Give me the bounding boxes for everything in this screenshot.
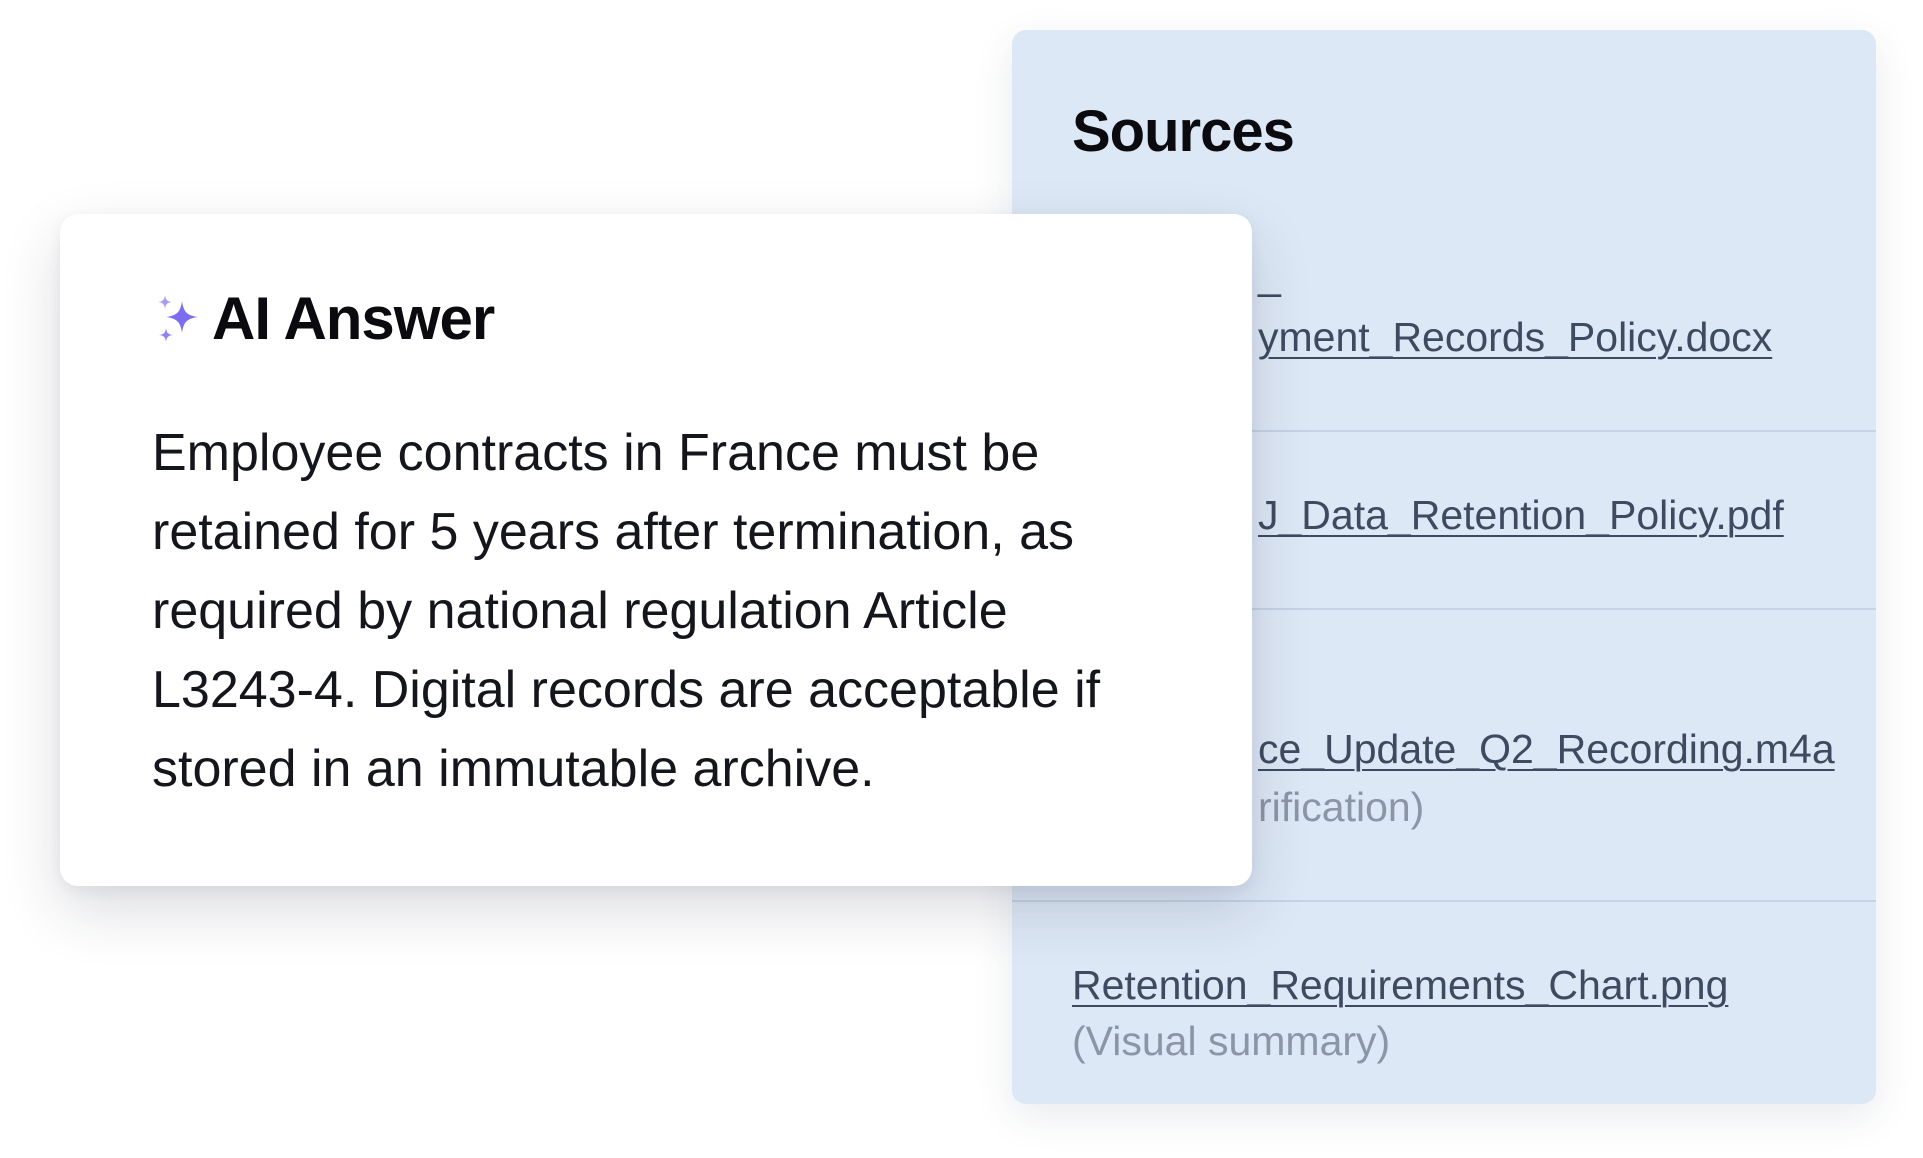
- ai-answer-card: AI Answer Employee contracts in France m…: [60, 214, 1252, 886]
- source-note: (Visual summary): [1072, 1018, 1391, 1064]
- sources-title: Sources: [1072, 99, 1295, 164]
- source-dash: _: [1258, 252, 1281, 298]
- source-link[interactable]: yment_Records_Policy.docx: [1258, 314, 1772, 361]
- source-item: Retention_Requirements_Chart.png (Visual…: [1012, 900, 1876, 1104]
- stage: Sources _ yment_Records_Policy.docx J_Da…: [0, 0, 1923, 1158]
- source-link[interactable]: Retention_Requirements_Chart.png: [1072, 962, 1728, 1009]
- answer-title: AI Answer: [212, 285, 495, 352]
- answer-body: Employee contracts in France must be ret…: [152, 424, 1101, 798]
- answer-header: AI Answer: [152, 284, 495, 353]
- source-note: rification): [1258, 784, 1425, 830]
- sparkle-icon: [158, 294, 198, 342]
- source-link[interactable]: J_Data_Retention_Policy.pdf: [1258, 492, 1784, 539]
- source-link[interactable]: ce_Update_Q2_Recording.m4a: [1258, 726, 1835, 773]
